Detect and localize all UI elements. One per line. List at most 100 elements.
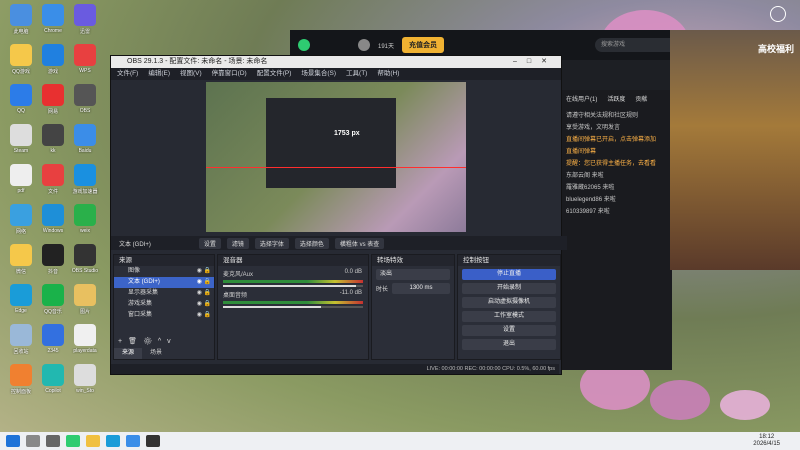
- lock-icon[interactable]: 🔒: [204, 277, 211, 288]
- obs-titlebar[interactable]: OBS 29.1.3 - 配置文件: 未命名 - 场景: 未命名 –□✕: [111, 56, 561, 68]
- desktop-icon[interactable]: WPS: [66, 44, 104, 74]
- volume-meter: [223, 301, 363, 304]
- desktop-icon[interactable]: playerdata: [66, 324, 104, 354]
- menu-item[interactable]: 场景集合(S): [301, 68, 336, 80]
- task-view-icon[interactable]: [46, 435, 60, 447]
- obs-menubar: 文件(F) 编辑(E) 视图(V) 停靠窗口(D) 配置文件(P) 场景集合(S) 工具(T…: [111, 68, 561, 80]
- clock[interactable]: 18:12 2026/4/15: [753, 434, 780, 448]
- app-icon: [42, 364, 64, 386]
- source-label: 文本 (GDI+): [128, 279, 160, 285]
- source-toolbar-button[interactable]: 选择字体: [254, 237, 289, 249]
- source-toolbar-button[interactable]: 选择颜色: [294, 237, 329, 249]
- transition-select[interactable]: 淡出: [376, 269, 450, 280]
- window-controls[interactable]: –□✕: [513, 56, 557, 68]
- lock-icon[interactable]: 🔒: [204, 266, 211, 277]
- eye-icon[interactable]: ◉: [197, 277, 202, 288]
- file-explorer-icon[interactable]: [86, 435, 100, 447]
- chat-line: 610339897 来啦: [566, 209, 610, 215]
- source-item[interactable]: 文本 (GDI+) ◉ 🔒: [114, 277, 214, 288]
- vip-recharge-button[interactable]: 充值会员: [402, 37, 445, 53]
- search-icon[interactable]: [26, 435, 40, 447]
- source-toolbar-button[interactable]: 滤镜: [226, 237, 249, 249]
- eye-icon[interactable]: ◉: [197, 299, 202, 310]
- eye-icon[interactable]: ◉: [197, 266, 202, 277]
- obs-preview[interactable]: 1753 px: [206, 82, 466, 232]
- lock-icon[interactable]: 🔒: [204, 310, 211, 321]
- sources-list: 图像 ◉ 🔒 文本 (GDI+) ◉ 🔒 显示器采集 ◉ 🔒 游戏采集 ◉ 🔒 窗口采集 ◉ 🔒: [114, 266, 214, 321]
- game-client-taskbar-icon[interactable]: [66, 435, 80, 447]
- desktop-icon[interactable]: win_Sto: [66, 364, 104, 394]
- chrome-icon[interactable]: [126, 435, 140, 447]
- desktop-widget-icon[interactable]: [770, 6, 786, 22]
- desktop-icon[interactable]: weix: [66, 204, 104, 234]
- chat-line: bluelegend86 来啦: [566, 197, 616, 203]
- chat-tab[interactable]: 贡献: [635, 94, 647, 103]
- control-button[interactable]: 开始录制: [462, 283, 556, 294]
- menu-item[interactable]: 停靠窗口(D): [212, 68, 247, 80]
- eye-icon[interactable]: ◉: [197, 288, 202, 299]
- desktop-icon-label: weix: [79, 228, 90, 234]
- control-button[interactable]: 退出: [462, 339, 556, 350]
- promo-banner[interactable]: 高校福利: [670, 30, 800, 270]
- menu-item[interactable]: 文件(F): [117, 68, 138, 80]
- dock-tabs: 来源 场景: [114, 348, 214, 359]
- obs-title: OBS 29.1.3 - 配置文件: 未命名 - 场景: 未命名: [127, 58, 268, 65]
- obs-window[interactable]: OBS 29.1.3 - 配置文件: 未命名 - 场景: 未命名 –□✕ 文件(…: [110, 55, 567, 375]
- menu-item[interactable]: 视图(V): [180, 68, 202, 80]
- chat-line: 享受游戏，文明发言: [566, 125, 621, 131]
- clock-date: 2026/4/15: [753, 441, 780, 447]
- chat-line: 提醒：您已获得主播任务，去看看: [566, 161, 657, 167]
- lock-icon[interactable]: 🔒: [204, 288, 211, 299]
- volume-slider[interactable]: [223, 306, 363, 308]
- sources-actions[interactable]: +🗑⚙^v: [118, 337, 177, 345]
- welfare-label: 高校福利: [757, 44, 794, 54]
- desktop-icon[interactable]: 迅雷: [66, 4, 104, 35]
- source-label: 显示器采集: [128, 290, 159, 296]
- source-item[interactable]: 图像 ◉ 🔒: [114, 266, 214, 277]
- app-icon: [10, 204, 32, 226]
- control-button[interactable]: 停止直播: [462, 269, 556, 280]
- volume-slider[interactable]: [223, 285, 363, 287]
- chat-panel: 在线用户(1) 活跃度 贡献 请遵守相关法规和社区规则 享受游戏，文明发言 直播间弹幕已…: [560, 90, 672, 370]
- menu-item[interactable]: 工具(T): [346, 68, 367, 80]
- start-icon[interactable]: [6, 435, 20, 447]
- source-label: 窗口采集: [128, 312, 153, 318]
- source-item[interactable]: 窗口采集 ◉ 🔒: [114, 310, 214, 321]
- dock-tab[interactable]: 来源: [114, 348, 143, 359]
- chat-line: 羅雅蔵62065 来啦: [566, 185, 615, 191]
- chat-line: 直播间弹幕: [566, 149, 597, 155]
- menu-item[interactable]: 配置文件(P): [257, 68, 292, 80]
- transitions-header: 转场特效: [372, 255, 454, 266]
- obs-taskbar-icon[interactable]: [146, 435, 160, 447]
- dock-tab[interactable]: 场景: [142, 348, 170, 359]
- desktop-icon[interactable]: Baidu: [66, 124, 104, 154]
- edge-icon[interactable]: [106, 435, 120, 447]
- transitions-dock: 转场特效 淡出 时长 1300 ms: [371, 254, 455, 360]
- chat-tab[interactable]: 在线用户(1): [566, 94, 597, 103]
- app-icon: [42, 44, 64, 66]
- menu-item[interactable]: 帮助(H): [377, 68, 399, 80]
- desktop-icon-label: OBS: [79, 108, 91, 114]
- lock-icon[interactable]: 🔒: [204, 299, 211, 310]
- control-button[interactable]: 工作室模式: [462, 311, 556, 322]
- control-button[interactable]: 启动虚拟摄像机: [462, 297, 556, 308]
- eye-icon[interactable]: ◉: [197, 310, 202, 321]
- duration-input[interactable]: 1300 ms: [392, 283, 450, 294]
- source-item[interactable]: 游戏采集 ◉ 🔒: [114, 299, 214, 310]
- app-icon: [74, 4, 96, 26]
- control-button[interactable]: 设置: [462, 325, 556, 336]
- app-icon: [74, 324, 96, 346]
- source-toolbar-button[interactable]: 橫粗体 vs 表查: [334, 237, 385, 249]
- source-toolbar-button[interactable]: 设置: [198, 237, 221, 249]
- desktop-icon[interactable]: OBS: [66, 84, 104, 114]
- chat-tab[interactable]: 活跃度: [607, 94, 625, 103]
- desktop-icon[interactable]: OBS Studio: [66, 244, 104, 274]
- source-toolbar: 文本 (GDI+) 设置 滤镜 选择字体 选择颜色 橫粗体 vs 表查: [111, 236, 567, 250]
- mixer-channels: 麦克风/Aux 0.0 dB 桌面音频 -11.0 dB: [218, 269, 368, 308]
- app-icon: [10, 124, 32, 146]
- desktop-icon[interactable]: 游戏加速器: [66, 164, 104, 195]
- source-item[interactable]: 显示器采集 ◉ 🔒: [114, 288, 214, 299]
- desktop-icon[interactable]: 图片: [66, 284, 104, 315]
- avatar[interactable]: [358, 39, 370, 51]
- menu-item[interactable]: 编辑(E): [148, 68, 170, 80]
